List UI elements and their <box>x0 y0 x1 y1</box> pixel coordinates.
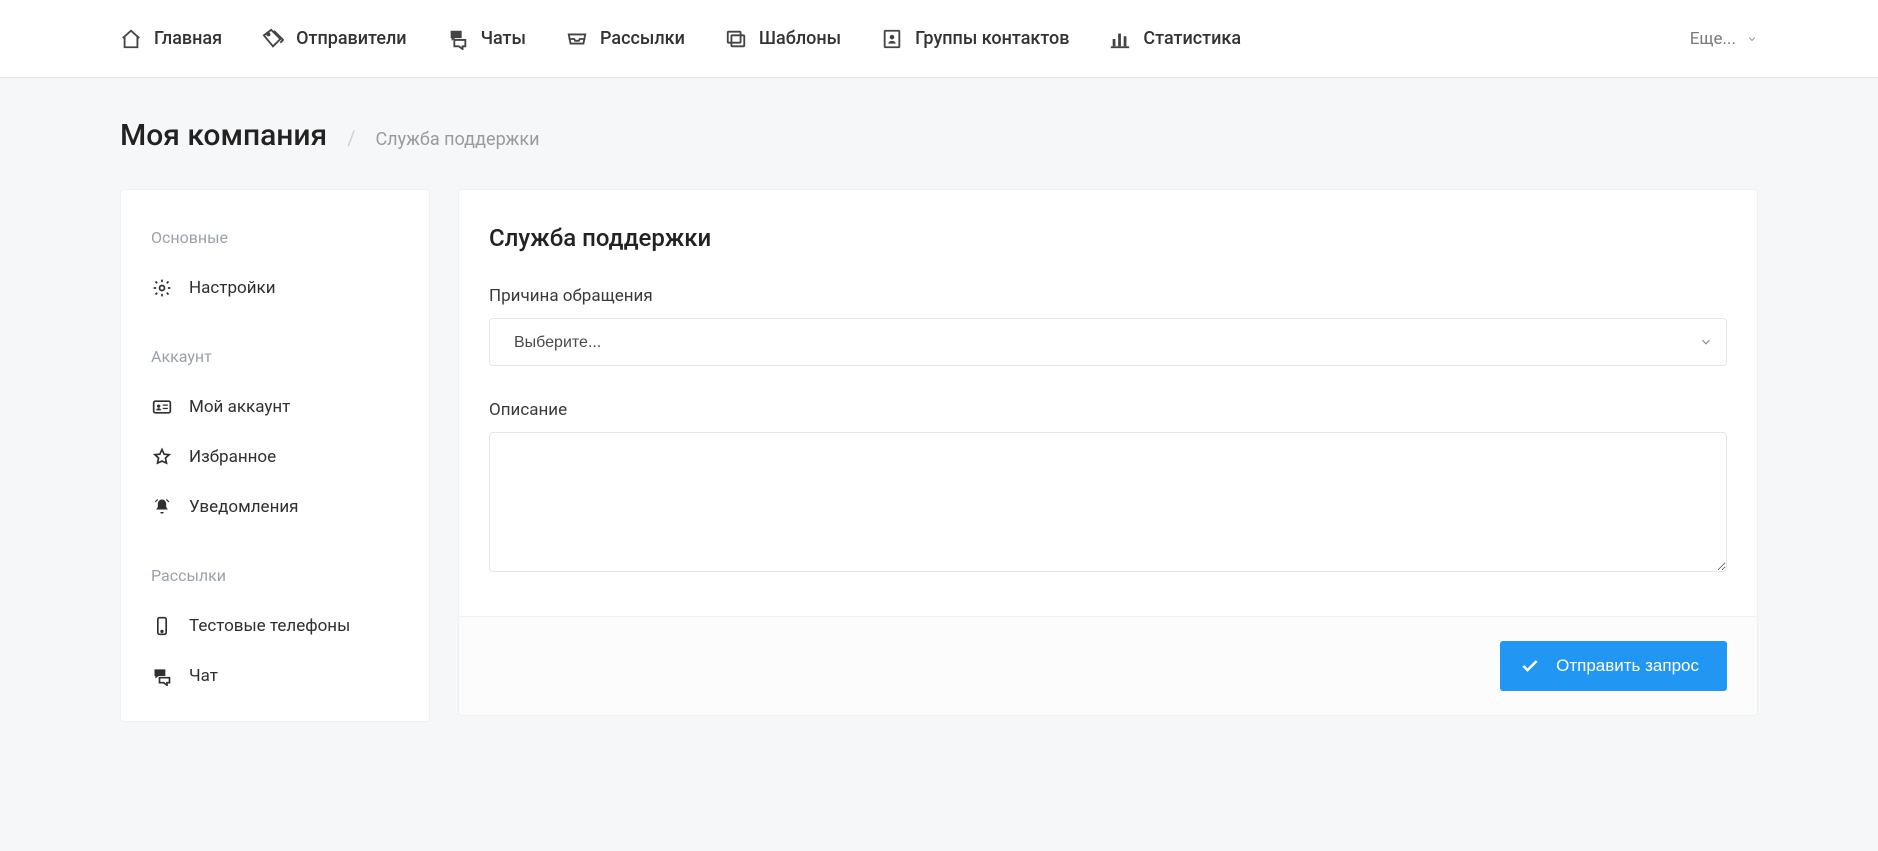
nav-label: Шаблоны <box>759 28 841 49</box>
sidebar-item-label: Настройки <box>189 278 276 298</box>
submit-button-label: Отправить запрос <box>1556 656 1699 676</box>
phone-icon <box>151 615 173 637</box>
nav-mailings[interactable]: Рассылки <box>566 28 685 50</box>
sidebar-item-chat[interactable]: Чат <box>121 651 429 701</box>
id-card-icon <box>151 396 173 418</box>
nav-label: Главная <box>154 28 222 49</box>
content-footer: Отправить запрос <box>459 616 1757 715</box>
nav-home[interactable]: Главная <box>120 28 222 50</box>
top-bar: Главная Отправители Чаты Рассылки Шаблон <box>0 0 1878 78</box>
sidebar: Основные Настройки Аккаунт Мой аккаунт <box>120 189 430 722</box>
star-icon <box>151 446 173 468</box>
sidebar-item-notifications[interactable]: Уведомления <box>121 482 429 532</box>
description-textarea[interactable] <box>489 432 1727 572</box>
home-icon <box>120 28 142 50</box>
sidebar-item-label: Мой аккаунт <box>189 397 290 417</box>
sidebar-item-favorites[interactable]: Избранное <box>121 432 429 482</box>
nav-statistics[interactable]: Статистика <box>1109 28 1241 50</box>
description-label: Описание <box>489 400 1727 420</box>
bell-icon <box>151 496 173 518</box>
nav-templates[interactable]: Шаблоны <box>725 28 841 50</box>
top-nav: Главная Отправители Чаты Рассылки Шаблон <box>120 28 1241 50</box>
nav-label: Рассылки <box>600 28 685 49</box>
chat-icon <box>151 665 173 687</box>
nav-chats[interactable]: Чаты <box>447 28 526 50</box>
nav-senders[interactable]: Отправители <box>262 28 406 50</box>
nav-label: Группы контактов <box>915 28 1069 49</box>
sidebar-item-label: Чат <box>189 666 218 686</box>
sidebar-item-label: Уведомления <box>189 497 299 517</box>
breadcrumb-current: Служба поддержки <box>375 129 539 150</box>
sidebar-item-my-account[interactable]: Мой аккаунт <box>121 382 429 432</box>
contacts-icon <box>881 28 903 50</box>
sidebar-item-label: Избранное <box>189 447 276 467</box>
reason-select[interactable]: Выберите... <box>489 318 1727 366</box>
templates-icon <box>725 28 747 50</box>
nav-label: Чаты <box>481 28 526 49</box>
sidebar-section-main: Основные <box>121 218 429 263</box>
sidebar-section-account: Аккаунт <box>121 337 429 382</box>
sidebar-section-mailings: Рассылки <box>121 556 429 601</box>
chats-icon <box>447 28 469 50</box>
breadcrumb: Моя компания / Служба поддержки <box>120 118 1758 153</box>
nav-label: Отправители <box>296 28 406 49</box>
sidebar-item-test-phones[interactable]: Тестовые телефоны <box>121 601 429 651</box>
nav-more[interactable]: Еще... <box>1690 29 1758 49</box>
page-title: Моя компания <box>120 118 327 153</box>
content-panel: Служба поддержки Причина обращения Выбер… <box>458 189 1758 716</box>
stats-icon <box>1109 28 1131 50</box>
gear-icon <box>151 277 173 299</box>
content-title: Служба поддержки <box>489 224 1727 252</box>
reason-select-wrap: Выберите... <box>489 318 1727 366</box>
chevron-down-icon <box>1746 33 1758 45</box>
sidebar-item-settings[interactable]: Настройки <box>121 263 429 313</box>
nav-label: Статистика <box>1143 28 1241 49</box>
page: Моя компания / Служба поддержки Основные… <box>0 78 1878 782</box>
tags-icon <box>262 28 284 50</box>
content-body: Служба поддержки Причина обращения Выбер… <box>459 190 1757 616</box>
layout: Основные Настройки Аккаунт Мой аккаунт <box>120 189 1758 722</box>
breadcrumb-separator: / <box>347 126 355 150</box>
check-icon <box>1520 656 1540 676</box>
inbox-icon <box>566 28 588 50</box>
submit-button[interactable]: Отправить запрос <box>1500 641 1727 691</box>
nav-contact-groups[interactable]: Группы контактов <box>881 28 1069 50</box>
sidebar-item-label: Тестовые телефоны <box>189 616 350 636</box>
reason-label: Причина обращения <box>489 286 1727 306</box>
nav-more-label: Еще... <box>1690 29 1736 49</box>
